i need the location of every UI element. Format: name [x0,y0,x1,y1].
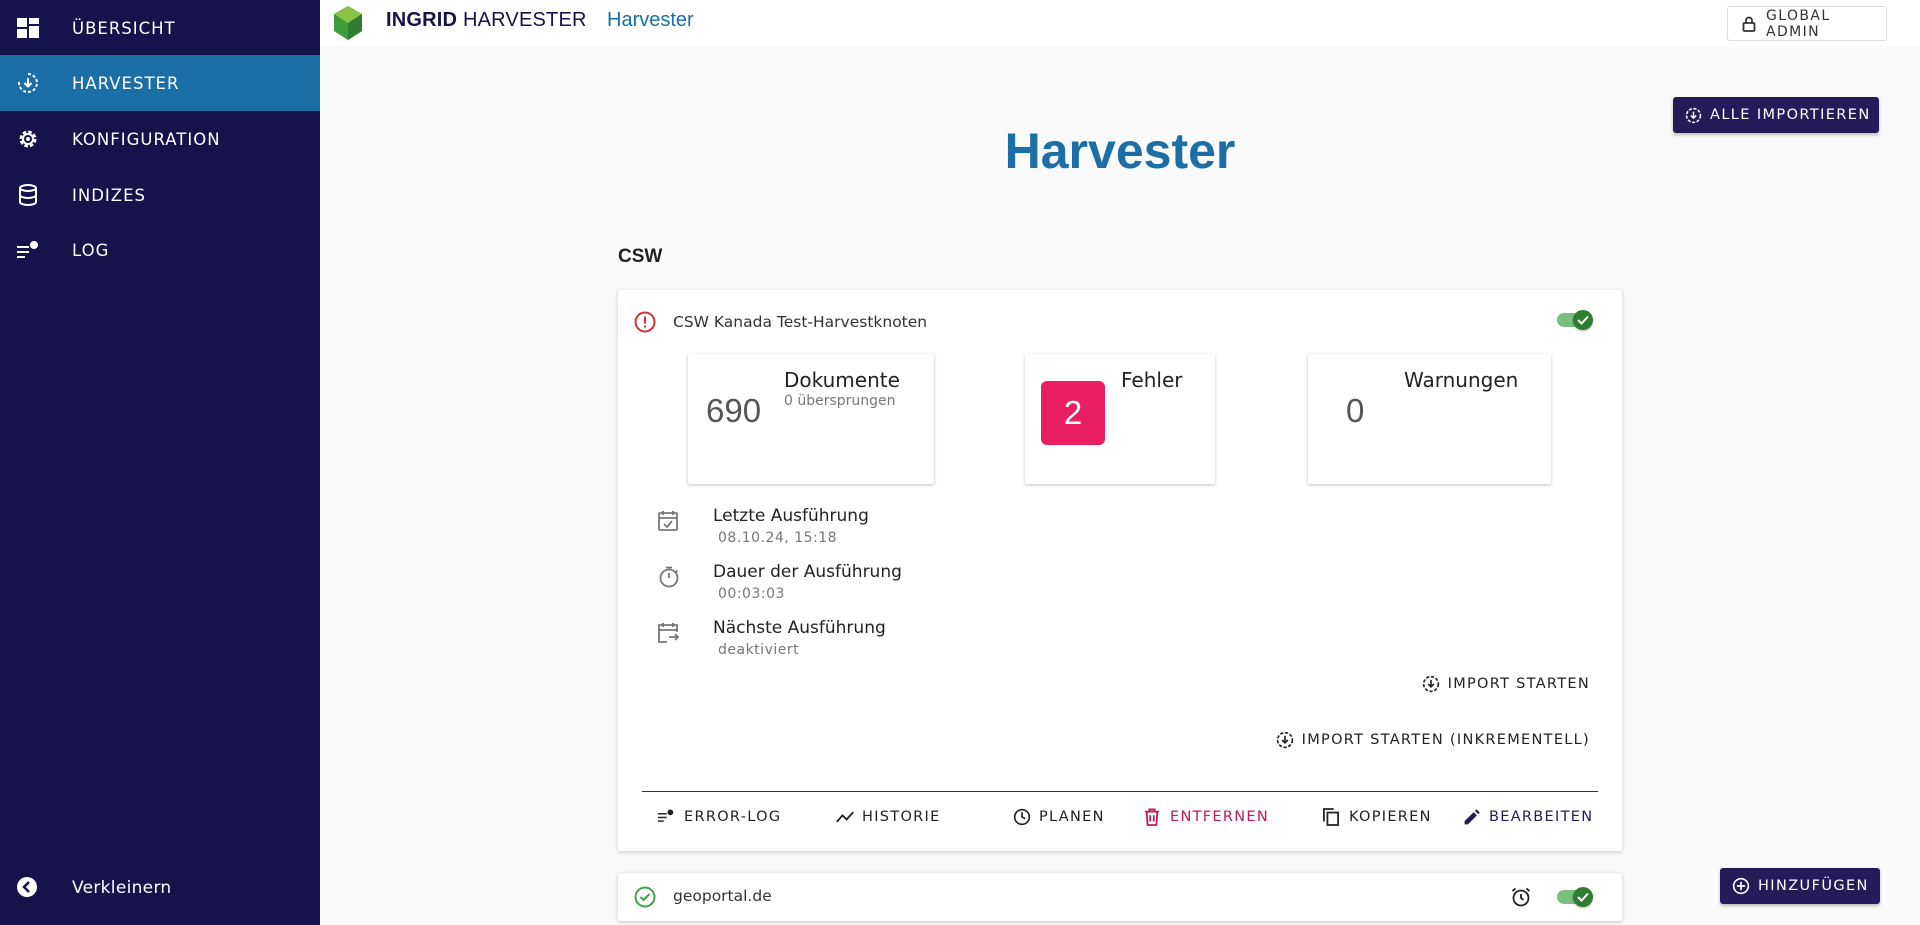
page-title: Harvester [1004,123,1236,179]
copy-icon [1323,808,1341,826]
breadcrumb: Harvester [607,9,694,31]
app-brand: INGRID HARVESTER [386,9,587,31]
error-log-button[interactable]: ERROR-LOG [658,808,781,826]
edit-button[interactable]: BEARBEITEN [1463,808,1593,826]
copy-button[interactable]: KOPIEREN [1323,808,1432,826]
harvester-icon [16,71,40,95]
database-icon [16,183,40,207]
trash-icon [1144,808,1162,826]
last-run-label: Letzte Ausführung [713,506,869,526]
sidebar: ÜBERSICHT HARVESTER KONFIGURATION INDIZE… [0,0,320,925]
timer-icon [658,566,680,588]
sidebar-item-label: ÜBERSICHT [72,18,176,38]
harvester-card: CSW Kanada Test-Harvestknoten 690 Dokume… [618,290,1622,851]
calendar-check-icon [658,510,680,532]
documents-count: 690 [706,392,762,429]
import-all-label: ALLE IMPORTIEREN [1710,107,1871,123]
error-log-label: ERROR-LOG [684,809,782,825]
harvester-card: geoportal.de [618,873,1622,921]
sidebar-item-log[interactable]: LOG [0,222,320,278]
next-run-value: deaktiviert [718,642,800,658]
check-icon [1573,887,1593,907]
sidebar-item-label: INDIZES [72,185,146,205]
card-divider [642,791,1598,792]
collapse-sidebar-button[interactable]: Verkleinern [0,860,320,916]
sidebar-item-label: HARVESTER [72,73,180,93]
errors-count-badge: 2 [1041,381,1105,445]
errors-stat[interactable]: 2 Fehler [1025,354,1215,484]
plus-circle-icon [1732,877,1750,895]
import-incremental-button[interactable]: IMPORT STARTEN (INKREMENTELL) [1276,731,1590,749]
history-label: HISTORIE [862,809,941,825]
sidebar-item-indizes[interactable]: INDIZES [0,167,320,223]
sidebar-item-uebersicht[interactable]: ÜBERSICHT [0,0,320,56]
ingrid-logo [332,5,364,41]
remove-label: ENTFERNEN [1170,809,1269,825]
import-icon [1276,731,1294,749]
remove-button[interactable]: ENTFERNEN [1144,808,1269,826]
duration-label: Dauer der Ausführung [713,562,902,582]
add-harvester-button[interactable]: HINZUFÜGEN [1720,868,1880,904]
check-icon [1573,310,1593,330]
sidebar-item-label: KONFIGURATION [72,129,221,149]
warnings-count: 0 [1346,392,1365,429]
lock-icon [1742,16,1756,32]
harvester-enabled-toggle[interactable] [1557,308,1595,332]
pencil-icon [1463,808,1481,826]
collapse-label: Verkleinern [72,878,172,898]
alarm-clock-icon[interactable] [1510,886,1532,908]
schedule-label: PLANEN [1039,809,1105,825]
last-run-value: 08.10.24, 15:18 [718,530,838,546]
calendar-next-icon [658,622,680,644]
documents-stat: 690 Dokumente 0 übersprungen [688,354,934,484]
global-admin-label: GLOBAL ADMIN [1766,7,1831,40]
clock-icon [1013,808,1031,826]
check-circle-icon [634,886,656,908]
history-button[interactable]: HISTORIE [836,808,941,826]
warnings-stat: 0 Warnungen [1308,354,1551,484]
documents-skipped: 0 übersprungen [784,393,896,409]
schedule-button[interactable]: PLANEN [1013,808,1105,826]
log-icon [658,808,676,826]
import-incremental-label: IMPORT STARTEN (INKREMENTELL) [1301,732,1590,748]
sidebar-item-harvester[interactable]: HARVESTER [0,55,320,111]
sidebar-item-label: LOG [72,240,110,260]
section-title-csw: CSW [618,246,663,267]
harvester-enabled-toggle[interactable] [1557,885,1595,909]
add-harvester-label: HINZUFÜGEN [1758,878,1869,894]
harvester-name: geoportal.de [673,887,772,905]
documents-label: Dokumente [784,368,900,392]
copy-label: KOPIEREN [1349,809,1432,825]
trending-icon [836,808,854,826]
warnings-label: Warnungen [1404,368,1519,392]
edit-label: BEARBEITEN [1489,809,1594,825]
log-icon [16,238,40,262]
import-icon [1422,675,1440,693]
duration-value: 00:03:03 [718,586,785,602]
errors-label: Fehler [1121,368,1183,392]
error-status-icon [634,311,656,333]
chevron-left-icon [16,876,40,900]
next-run-label: Nächste Ausführung [713,618,886,638]
top-bar: INGRID HARVESTER Harvester GLOBAL ADMIN [320,0,1920,46]
import-start-button[interactable]: IMPORT STARTEN [1422,675,1590,693]
global-admin-button[interactable]: GLOBAL ADMIN [1727,6,1887,41]
dashboard-icon [16,16,40,40]
import-start-label: IMPORT STARTEN [1447,676,1590,692]
sidebar-item-konfiguration[interactable]: KONFIGURATION [0,111,320,167]
harvester-name: CSW Kanada Test-Harvestknoten [673,313,928,331]
gear-icon [16,127,40,151]
